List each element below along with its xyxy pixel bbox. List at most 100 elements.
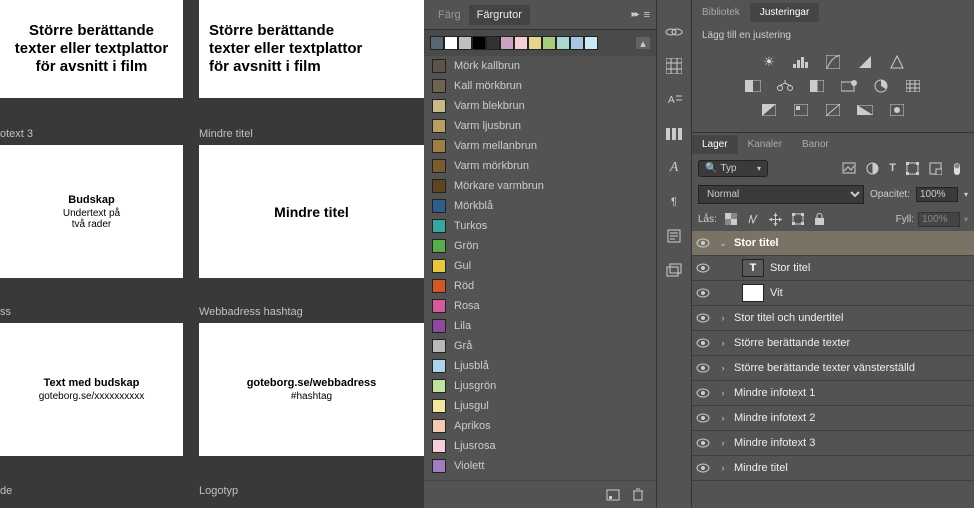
layer-row[interactable]: TStor titel <box>692 256 974 281</box>
scroll-up-icon[interactable]: ▴ <box>636 37 650 49</box>
swatch-item[interactable]: Rosa <box>424 296 656 316</box>
swatch-chip[interactable] <box>542 36 556 50</box>
layer-row[interactable]: ⌄Stor titel <box>692 231 974 256</box>
layers-list[interactable]: ⌄Stor titelTStor titelVit›Stor titel och… <box>692 231 974 508</box>
filter-kind-select[interactable]: 🔍Typ▾ <box>698 160 768 177</box>
character-styles-icon[interactable]: A <box>664 92 684 108</box>
swatch-chip[interactable] <box>500 36 514 50</box>
visibility-icon[interactable] <box>696 363 712 373</box>
swatch-chip[interactable] <box>570 36 584 50</box>
curves-icon[interactable] <box>823 54 843 70</box>
lock-position-icon[interactable] <box>769 213 782 226</box>
disclosure-icon[interactable]: › <box>718 388 728 398</box>
collapse-icon[interactable]: ▸▸ <box>632 9 638 20</box>
disclosure-icon[interactable]: › <box>718 413 728 423</box>
swatch-item[interactable]: Varm mellanbrun <box>424 136 656 156</box>
layer-row[interactable]: ›Mindre infotext 2 <box>692 406 974 431</box>
new-swatch-icon[interactable] <box>606 489 620 501</box>
swatch-item[interactable]: Ljusrosa <box>424 436 656 456</box>
swatch-chip[interactable] <box>430 36 444 50</box>
swatch-chip[interactable] <box>472 36 486 50</box>
channel-mixer-icon[interactable] <box>871 78 891 94</box>
levels-icon[interactable] <box>791 54 811 70</box>
swatch-item[interactable]: Grå <box>424 336 656 356</box>
character-icon[interactable]: A <box>664 160 684 176</box>
disclosure-icon[interactable]: › <box>718 363 728 373</box>
filter-pixel-icon[interactable] <box>842 162 856 176</box>
artboard-2[interactable]: Större berättande texter eller textplatt… <box>199 0 424 98</box>
artboard-1[interactable]: Större berättande texter eller textplatt… <box>0 0 183 98</box>
lock-image-icon[interactable] <box>747 213 759 226</box>
exposure-icon[interactable] <box>855 54 875 70</box>
artboard-5[interactable]: Text med budskap goteborg.se/xxxxxxxxxx <box>0 323 183 456</box>
links-icon[interactable] <box>664 24 684 40</box>
swatch-item[interactable]: Varm mörkbrun <box>424 156 656 176</box>
photo-filter-icon[interactable] <box>839 78 859 94</box>
visibility-icon[interactable] <box>696 438 712 448</box>
visibility-icon[interactable] <box>696 388 712 398</box>
fill-dropdown-icon[interactable]: ▾ <box>964 215 968 224</box>
tab-library[interactable]: Bibliotek <box>692 3 750 22</box>
artboard-label-8[interactable]: Logotyp <box>199 485 238 497</box>
artboard-label-6[interactable]: Webbadress hashtag <box>199 306 303 318</box>
opacity-input[interactable] <box>916 187 958 202</box>
swatch-item[interactable]: Kall mörkbrun <box>424 76 656 96</box>
swatch-item[interactable]: Ljusgrön <box>424 376 656 396</box>
invert-icon[interactable] <box>759 102 779 118</box>
filter-adjustment-icon[interactable] <box>866 162 879 176</box>
artboard-label-7[interactable]: de <box>0 485 12 497</box>
disclosure-icon[interactable]: › <box>718 313 728 323</box>
swatch-item[interactable]: Ljusblå <box>424 356 656 376</box>
swatch-chip[interactable] <box>444 36 458 50</box>
layer-row[interactable]: ›Mindre infotext 1 <box>692 381 974 406</box>
disclosure-icon[interactable]: › <box>718 438 728 448</box>
opacity-dropdown-icon[interactable]: ▾ <box>964 190 968 199</box>
swatch-item[interactable]: Turkos <box>424 216 656 236</box>
disclosure-icon[interactable]: › <box>718 338 728 348</box>
black-white-icon[interactable] <box>807 78 827 94</box>
selective-color-icon[interactable] <box>887 102 907 118</box>
tab-swatches[interactable]: Färgrutor <box>469 5 530 25</box>
swatch-item[interactable]: Lila <box>424 316 656 336</box>
visibility-icon[interactable] <box>696 263 712 273</box>
tab-layers[interactable]: Lager <box>692 135 738 154</box>
layer-row[interactable]: Vit <box>692 281 974 306</box>
filter-shape-icon[interactable] <box>906 162 919 176</box>
visibility-icon[interactable] <box>696 338 712 348</box>
swatch-chip[interactable] <box>514 36 528 50</box>
tab-channels[interactable]: Kanaler <box>738 135 792 154</box>
swatch-item[interactable]: Gul <box>424 256 656 276</box>
artboard-label-3[interactable]: otext 3 <box>0 128 33 140</box>
disclosure-icon[interactable]: ⌄ <box>718 238 728 249</box>
artboard-6[interactable]: goteborg.se/webbadress #hashtag <box>199 323 424 456</box>
hue-sat-icon[interactable] <box>743 78 763 94</box>
swatch-item[interactable]: Violett <box>424 456 656 476</box>
visibility-icon[interactable] <box>696 463 712 473</box>
filter-toggle-icon[interactable] <box>952 162 962 176</box>
swatch-list[interactable]: Mörk kallbrunKall mörkbrunVarm blekbrunV… <box>424 56 656 480</box>
posterize-icon[interactable] <box>791 102 811 118</box>
swatch-chip[interactable] <box>486 36 500 50</box>
swatch-item[interactable]: Aprikos <box>424 416 656 436</box>
layer-row[interactable]: ›Större berättande texter <box>692 331 974 356</box>
swatch-chip[interactable] <box>584 36 598 50</box>
lock-all-icon[interactable] <box>814 213 825 226</box>
visibility-icon[interactable] <box>696 288 712 298</box>
tab-adjustments[interactable]: Justeringar <box>750 3 819 22</box>
fill-input[interactable] <box>918 212 960 227</box>
visibility-icon[interactable] <box>696 413 712 423</box>
layer-thumbnail[interactable] <box>742 284 764 302</box>
brightness-icon[interactable]: ☀ <box>759 54 779 70</box>
swatch-item[interactable]: Varm blekbrun <box>424 96 656 116</box>
notes-icon[interactable] <box>664 228 684 244</box>
color-lookup-icon[interactable] <box>903 78 923 94</box>
vibrance-icon[interactable] <box>887 54 907 70</box>
blend-mode-select[interactable]: Normal <box>698 185 864 204</box>
layer-thumbnail[interactable]: T <box>742 259 764 277</box>
threshold-icon[interactable] <box>823 102 843 118</box>
swatch-item[interactable]: Grön <box>424 236 656 256</box>
lock-artboard-icon[interactable] <box>792 213 804 226</box>
swatch-chip[interactable] <box>556 36 570 50</box>
visibility-icon[interactable] <box>696 238 712 248</box>
swatch-chip[interactable] <box>528 36 542 50</box>
